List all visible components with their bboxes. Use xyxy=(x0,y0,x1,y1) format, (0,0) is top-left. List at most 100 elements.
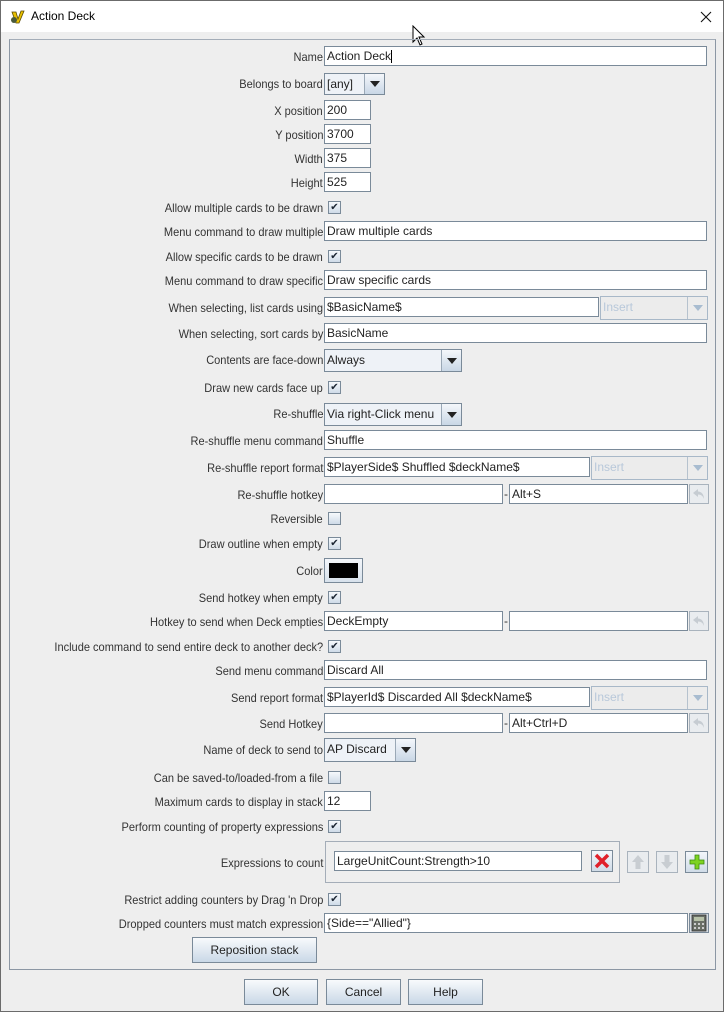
send-to-deck-select[interactable]: AP Discard xyxy=(324,738,416,762)
draw-multiple-cmd-input[interactable]: Draw multiple cards xyxy=(324,221,707,241)
chevron-down-icon xyxy=(688,687,707,709)
name-input-value: Action Deck xyxy=(327,49,392,63)
height-label: Height xyxy=(291,176,323,190)
text-caret xyxy=(391,50,393,64)
help-button[interactable]: Help xyxy=(408,979,483,1005)
reshuffle-report-input[interactable]: $PlayerSide$ Shuffled $deckName$ xyxy=(324,457,590,477)
expressions-label: Expressions to count xyxy=(220,856,323,870)
reshuffle-report-label: Re-shuffle report format xyxy=(206,461,323,475)
max-display-label: Maximum cards to display in stack xyxy=(154,795,323,809)
move-up-button[interactable] xyxy=(627,851,649,873)
row-y-position: Y position 3700 xyxy=(10,124,715,146)
sort-cards-by-input[interactable]: BasicName xyxy=(324,323,707,343)
send-menu-cmd-label: Send menu command xyxy=(214,664,323,678)
reshuffle-hotkey-label: Re-shuffle hotkey xyxy=(237,488,323,502)
row-reshuffle-cmd: Re-shuffle menu command Shuffle xyxy=(10,430,715,452)
ok-button[interactable]: OK xyxy=(244,979,318,1005)
color-label: Color xyxy=(296,564,323,578)
send-hotkey-empty-label: Send hotkey when empty xyxy=(199,591,323,605)
include-send-checkbox[interactable]: ✔ xyxy=(328,640,341,653)
reshuffle-hotkey-key-input[interactable]: Alt+S xyxy=(509,484,688,504)
reversible-checkbox[interactable] xyxy=(328,512,341,525)
close-icon xyxy=(700,11,712,22)
add-expression-button[interactable] xyxy=(685,851,708,873)
y-position-input[interactable]: 3700 xyxy=(324,124,371,144)
row-draw-specific-cmd: Menu command to draw specific Draw speci… xyxy=(10,270,715,292)
remove-expression-button[interactable] xyxy=(591,850,613,872)
list-cards-using-input[interactable]: $BasicName$ xyxy=(324,297,599,317)
send-hotkey-empty-checkbox[interactable]: ✔ xyxy=(328,591,341,604)
face-down-label: Contents are face-down xyxy=(205,353,323,367)
send-hotkey-key-input[interactable]: Alt+Ctrl+D xyxy=(509,713,688,733)
row-allow-multiple: Allow multiple cards to be drawn ✔ xyxy=(10,197,715,219)
empty-hotkey-name-input[interactable]: DeckEmpty xyxy=(324,611,503,631)
row-name: Name Action Deck xyxy=(10,46,715,68)
outline-empty-checkbox[interactable]: ✔ xyxy=(328,537,341,550)
send-to-deck-label: Name of deck to send to xyxy=(203,743,323,757)
reshuffle-report-insert-select[interactable]: Insert xyxy=(591,456,708,480)
arrow-up-icon xyxy=(632,855,644,869)
restrict-dnd-checkbox[interactable]: ✔ xyxy=(328,893,341,906)
chevron-down-icon xyxy=(688,457,707,479)
draw-multiple-cmd-label: Menu command to draw multiple xyxy=(163,225,323,239)
width-input[interactable]: 375 xyxy=(324,148,371,168)
row-send-to-deck: Name of deck to send to AP Discard xyxy=(10,738,715,762)
empty-hotkey-label: Hotkey to send when Deck empties xyxy=(149,615,323,629)
title-bar: Action Deck xyxy=(1,1,723,32)
undo-arrow-icon xyxy=(693,489,704,499)
allow-specific-checkbox[interactable]: ✔ xyxy=(328,250,341,263)
board-select[interactable]: [any] xyxy=(324,73,385,95)
name-label: Name xyxy=(293,50,323,64)
dnd-expression-input[interactable]: {Side=="Allied"} xyxy=(324,913,688,933)
row-sort-cards-by: When selecting, sort cards by BasicName xyxy=(10,323,715,345)
allow-specific-label: Allow specific cards to be drawn xyxy=(165,250,323,264)
x-position-input[interactable]: 200 xyxy=(324,100,371,120)
row-height: Height 525 xyxy=(10,172,715,194)
undo-hotkey-button[interactable] xyxy=(689,484,709,504)
reposition-stack-button[interactable]: Reposition stack xyxy=(192,937,317,963)
close-button[interactable] xyxy=(689,1,723,32)
reshuffle-cmd-input[interactable]: Shuffle xyxy=(324,430,707,450)
max-display-input[interactable]: 12 xyxy=(324,791,371,811)
expression-input[interactable]: LargeUnitCount:Strength>10 xyxy=(334,851,582,871)
row-color: Color xyxy=(10,558,715,584)
send-menu-cmd-input[interactable]: Discard All xyxy=(324,660,707,680)
reshuffle-select[interactable]: Via right-Click menu xyxy=(324,403,462,426)
board-label: Belongs to board xyxy=(239,77,323,91)
cancel-button[interactable]: Cancel xyxy=(326,979,401,1005)
undo-hotkey-button[interactable] xyxy=(689,713,709,733)
face-up-checkbox[interactable]: ✔ xyxy=(328,381,341,394)
move-down-button[interactable] xyxy=(656,851,678,873)
vassal-logo-icon xyxy=(11,10,25,24)
color-picker-button[interactable] xyxy=(324,558,363,583)
undo-arrow-icon xyxy=(693,616,704,626)
send-report-label: Send report format xyxy=(230,691,323,705)
row-send-report: Send report format $PlayerId$ Discarded … xyxy=(10,686,715,710)
height-input[interactable]: 525 xyxy=(324,172,371,192)
draw-specific-cmd-input[interactable]: Draw specific cards xyxy=(324,270,707,290)
empty-hotkey-key-input[interactable] xyxy=(509,611,688,631)
hotkey-separator: - xyxy=(504,614,508,628)
list-cards-insert-select[interactable]: Insert xyxy=(600,296,708,320)
undo-hotkey-button[interactable] xyxy=(689,611,709,631)
expression-builder-button[interactable] xyxy=(689,913,709,933)
reshuffle-label: Re-shuffle xyxy=(272,407,323,421)
insert-select-value: Insert xyxy=(601,297,688,319)
reshuffle-hotkey-name-input[interactable] xyxy=(324,484,503,504)
face-down-select[interactable]: Always xyxy=(324,349,462,372)
include-send-label: Include command to send entire deck to a… xyxy=(54,640,323,654)
send-hotkey-name-input[interactable] xyxy=(324,713,503,733)
y-position-label: Y position xyxy=(274,128,323,142)
save-load-checkbox[interactable] xyxy=(328,771,341,784)
row-reshuffle: Re-shuffle Via right-Click menu xyxy=(10,403,715,426)
count-expressions-checkbox[interactable]: ✔ xyxy=(328,820,341,833)
allow-multiple-checkbox[interactable]: ✔ xyxy=(328,201,341,214)
row-include-send: Include command to send entire deck to a… xyxy=(10,636,715,658)
row-dnd-expression: Dropped counters must match expression {… xyxy=(10,913,715,935)
name-input[interactable]: Action Deck xyxy=(324,46,707,66)
send-report-input[interactable]: $PlayerId$ Discarded All $deckName$ xyxy=(324,687,590,707)
send-report-insert-select[interactable]: Insert xyxy=(591,686,708,710)
row-max-display: Maximum cards to display in stack 12 xyxy=(10,791,715,813)
chevron-down-icon xyxy=(442,404,461,425)
chevron-down-icon xyxy=(365,74,384,94)
